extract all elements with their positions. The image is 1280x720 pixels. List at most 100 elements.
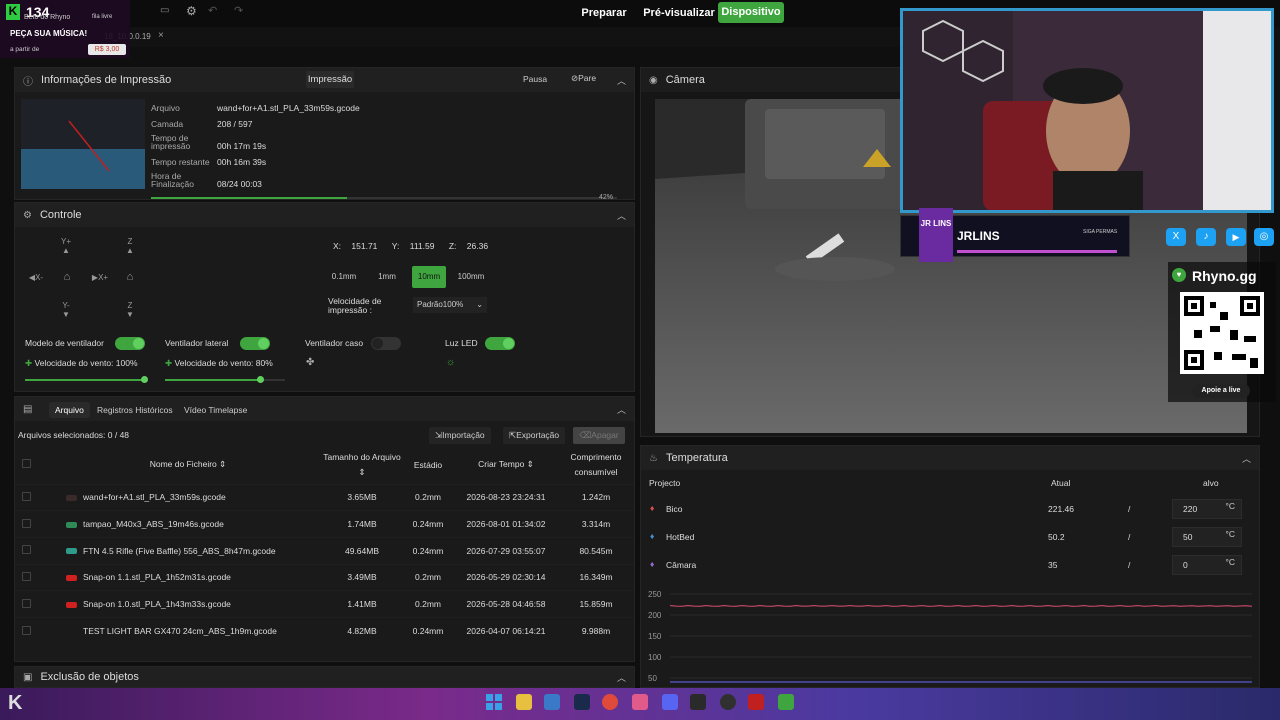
table-row[interactable]: TEST LIGHT BAR GX470 24cm_ABS_1h9m.gcode…: [14, 616, 634, 645]
selected-count: Arquivos selecionados: 0 / 48: [18, 430, 130, 440]
remaining-label: Tempo restante: [151, 157, 210, 167]
print-status-button[interactable]: Impressão: [306, 71, 354, 88]
stop-button[interactable]: ⊘Pare: [571, 73, 596, 84]
tab-history[interactable]: Registros Históricos: [91, 402, 179, 418]
col-name[interactable]: Nome do Ficheiro ⇕: [54, 446, 322, 484]
row-checkbox[interactable]: [22, 598, 31, 608]
jog-z-down[interactable]: Z ▼: [121, 301, 139, 319]
nav-device[interactable]: Dispositivo: [718, 2, 784, 23]
step-0-1mm[interactable]: 0.1mm: [327, 268, 361, 286]
save-icon[interactable]: ▭: [160, 5, 174, 19]
streaming-app-icon[interactable]: [748, 694, 764, 710]
file-created: 2026-08-23 23:24:31: [466, 492, 546, 503]
support-button[interactable]: Apoie a live: [1192, 384, 1250, 398]
table-row[interactable]: FTN 4.5 Rifle (Five Baffle) 556_ABS_8h47…: [14, 536, 634, 565]
windows-start-icon[interactable]: [486, 694, 502, 710]
step-1mm[interactable]: 1mm: [370, 268, 404, 286]
jog-y-minus-label: Y-: [62, 301, 70, 310]
edge-icon[interactable]: [544, 694, 560, 710]
table-row[interactable]: Snap-on 1.0.stl_PLA_1h43m33s.gcode 1.41MB…: [14, 590, 634, 618]
position-readout: X: 151.71 Y: 111.59 Z: 26.36: [333, 241, 488, 251]
row-checkbox[interactable]: [22, 491, 31, 501]
slider-knob[interactable]: [257, 376, 264, 383]
step-10mm[interactable]: 10mm: [412, 266, 446, 288]
fan-side-slider[interactable]: [165, 376, 264, 383]
jog-y-minus[interactable]: Y- ▼: [57, 301, 75, 319]
chevron-up-icon[interactable]: ︿: [617, 74, 626, 87]
file-thumbnail: [66, 601, 77, 608]
fan-case-toggle[interactable]: [371, 337, 401, 350]
nav-prepare[interactable]: Preparar: [574, 4, 634, 22]
export-button[interactable]: ⇱Exportação: [503, 427, 566, 444]
import-button[interactable]: ⇲Importação: [429, 427, 491, 444]
discord-icon[interactable]: [662, 694, 678, 710]
jog-y-plus[interactable]: Y+ ▲: [57, 237, 75, 255]
pause-button[interactable]: Pausa: [523, 74, 547, 84]
chrome-icon[interactable]: [602, 694, 618, 710]
redo-icon[interactable]: ↷: [234, 4, 243, 17]
undo-icon[interactable]: ↶: [208, 4, 217, 17]
target-input[interactable]: 220 °C: [1172, 499, 1242, 519]
close-icon[interactable]: ×: [158, 30, 164, 41]
table-row[interactable]: Snap-on 1.1.stl_PLA_1h52m31s.gcode 3.49MB…: [14, 563, 634, 591]
files-table: Nome do Ficheiro ⇕ Tamanho do Arquivo ⇕ …: [14, 446, 634, 645]
row-checkbox[interactable]: [22, 571, 31, 581]
gear-icon[interactable]: ⚙: [186, 4, 200, 18]
unit: °C: [1225, 557, 1235, 567]
instagram-icon: ◎: [1254, 228, 1274, 246]
col-created[interactable]: Criar Tempo ⇕: [454, 446, 558, 484]
delete-button[interactable]: ⌫Apagar: [573, 427, 625, 444]
row-checkbox[interactable]: [22, 625, 31, 635]
col-size[interactable]: Tamanho do Arquivo ⇕: [322, 446, 402, 484]
home-icon[interactable]: ⌂: [59, 271, 75, 283]
import-label: Importação: [442, 430, 485, 440]
fan-model-speed: ✚ Velocidade do vento: 100%: [25, 358, 138, 369]
chevron-up-icon[interactable]: ︿: [617, 403, 626, 416]
fan-model-slider[interactable]: [25, 376, 148, 383]
tab-files[interactable]: Arquivo: [49, 402, 90, 418]
jog-x-plus[interactable]: ▶X+: [89, 273, 111, 282]
home-z-icon[interactable]: ⌂: [121, 271, 139, 283]
target-input[interactable]: 50 °C: [1172, 527, 1242, 547]
slider-knob[interactable]: [141, 376, 148, 383]
chevron-up-icon[interactable]: ︿: [617, 671, 626, 684]
select-all-checkbox[interactable]: [22, 459, 31, 469]
row-checkbox[interactable]: [22, 545, 31, 555]
file-size: 49.64MB: [344, 545, 380, 556]
jog-x-minus[interactable]: ◀X-: [25, 273, 47, 282]
exclusion-header[interactable]: ▣ Exclusão de objetos: [15, 667, 634, 687]
led-toggle[interactable]: [485, 337, 515, 350]
nav-preview[interactable]: Pré-visualizar: [640, 4, 718, 22]
col-length[interactable]: Comprimento consumível: [558, 446, 634, 484]
steam-icon[interactable]: [574, 694, 590, 710]
file-length-cell: 9.988m: [558, 616, 634, 645]
fan-case-label: Ventilador caso: [305, 338, 364, 348]
row-checkbox[interactable]: [22, 518, 31, 528]
chevron-up-icon[interactable]: ︿: [1242, 452, 1251, 465]
streamer-caption: SIGA PERMAS: [1083, 229, 1118, 235]
sensor-current: 35: [1048, 560, 1058, 570]
file-name-cell: tampao_M40x3_ABS_19m46s.gcode: [54, 510, 322, 538]
table-row[interactable]: wand+for+A1.stl_PLA_33m59s.gcode 3.65MB 0.…: [14, 483, 634, 511]
app-icon[interactable]: [632, 694, 648, 710]
jog-z-up[interactable]: Z ▲: [121, 237, 139, 255]
step-100mm[interactable]: 100mm: [453, 268, 489, 286]
terminal-icon[interactable]: [690, 694, 706, 710]
speed-select[interactable]: Padrão100% ⌄: [413, 297, 487, 313]
folder-icon[interactable]: [516, 694, 532, 710]
fan-model-toggle[interactable]: [115, 337, 145, 350]
fan-case-icon: ✤: [306, 357, 315, 368]
fan-side-toggle[interactable]: [240, 337, 270, 350]
obs-icon[interactable]: [720, 694, 736, 710]
finish-value: 08/24 00:03: [217, 179, 262, 189]
nozzle-temp-series: [669, 605, 1253, 607]
bambu-studio-icon[interactable]: [778, 694, 794, 710]
file-created: 2026-05-28 04:46:58: [466, 599, 546, 610]
target-input[interactable]: 0 °C: [1172, 555, 1242, 575]
chevron-up-icon[interactable]: ︿: [617, 209, 626, 222]
col-layer[interactable]: Estádio: [402, 446, 454, 484]
tab-timelapse[interactable]: Vídeo Timelapse: [178, 402, 253, 418]
rhyno-widget: ♥ Rhyno.gg Apoie a live: [1168, 262, 1276, 402]
table-row[interactable]: tampao_M40x3_ABS_19m46s.gcode 1.74MB 0.24m…: [14, 510, 634, 538]
speed-label: Velocidade de impressão :: [328, 296, 382, 315]
